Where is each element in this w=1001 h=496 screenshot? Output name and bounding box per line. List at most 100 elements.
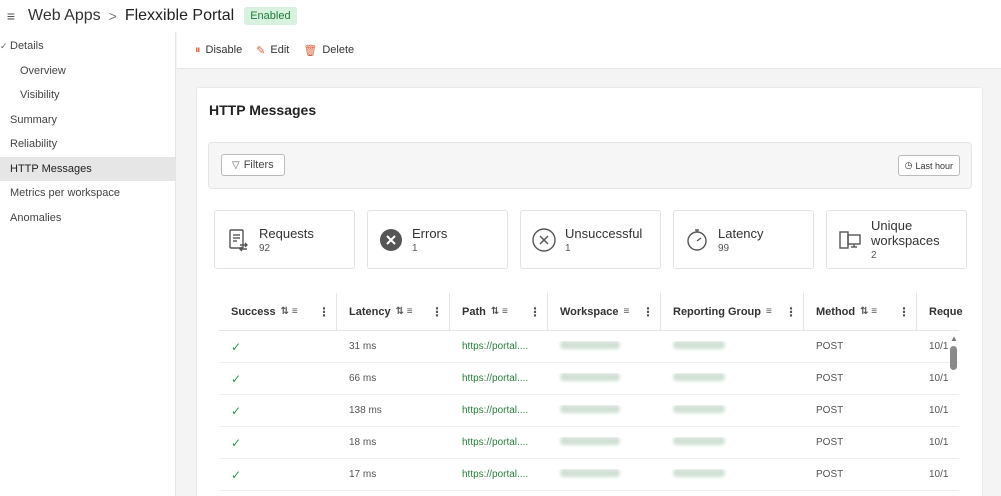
path-cell[interactable]: https://portal.... — [450, 437, 548, 448]
error-icon — [378, 227, 404, 253]
column-header-latency[interactable]: Latency ⇅ ≡ ⋮ — [337, 293, 450, 330]
clock-icon: ◷ — [904, 160, 913, 170]
check-icon: ✓ — [231, 467, 242, 482]
column-header-success[interactable]: Success ⇅ ≡ ⋮ — [219, 293, 337, 330]
method-cell: POST — [816, 405, 844, 416]
kebab-icon[interactable]: ⋮ — [785, 305, 797, 319]
sort-icon[interactable]: ⇅ ≡ — [281, 306, 298, 317]
kebab-icon[interactable]: ⋮ — [529, 305, 541, 319]
method-cell: POST — [816, 437, 844, 448]
pencil-icon: ✎ — [256, 44, 266, 57]
column-label: Reporting Group — [673, 305, 761, 318]
sidebar: ✓ Details Overview Visibility Summary Re… — [0, 32, 176, 496]
column-header-method[interactable]: Method ⇅ ≡ ⋮ — [804, 293, 917, 330]
sidebar-item-reliability[interactable]: Reliability — [0, 132, 175, 157]
latency-cell: 17 ms — [349, 469, 377, 480]
disable-button[interactable]: ⏸ Disable — [195, 44, 242, 57]
sort-icon[interactable]: ⇅ ≡ — [860, 306, 877, 317]
workspace-cell-redacted — [548, 341, 661, 352]
table-row[interactable]: ✓ 18 ms https://portal.... POST 10/1 — [219, 427, 959, 459]
column-label: Success — [231, 305, 276, 318]
hamburger-icon[interactable]: ≡ — [0, 8, 22, 24]
chevron-right-icon: > — [108, 8, 117, 24]
filters-button[interactable]: ▽ Filters — [221, 154, 285, 176]
kebab-icon[interactable]: ⋮ — [431, 305, 443, 319]
kebab-icon[interactable]: ⋮ — [318, 305, 330, 319]
path-cell[interactable]: https://portal.... — [450, 405, 548, 416]
table-row[interactable]: ✓ 138 ms https://portal.... POST 10/1 — [219, 395, 959, 427]
stat-value: 92 — [259, 242, 271, 254]
stat-latency: Latency 99 — [673, 210, 814, 269]
edit-button[interactable]: ✎ Edit — [256, 44, 289, 57]
sidebar-item-overview[interactable]: Overview — [0, 59, 175, 84]
stopwatch-icon — [684, 227, 710, 253]
reporting-group-cell-redacted — [661, 437, 804, 448]
chevron-down-icon: ✓ — [0, 40, 8, 51]
column-header-workspace[interactable]: Workspace ≡ ⋮ — [548, 293, 661, 330]
http-messages-table: Success ⇅ ≡ ⋮ Latency ⇅ ≡ ⋮ Path ⇅ ≡ ⋮ W… — [219, 293, 963, 491]
table-scrollbar[interactable]: ▲ — [950, 334, 958, 496]
stat-unique-workspaces: Unique workspaces 2 — [826, 210, 967, 269]
breadcrumb-web-apps[interactable]: Web Apps — [28, 7, 101, 25]
kebab-icon[interactable]: ⋮ — [898, 305, 910, 319]
path-cell[interactable]: https://portal.... — [450, 341, 548, 352]
status-badge: Enabled — [244, 7, 297, 25]
latency-cell: 138 ms — [349, 405, 382, 416]
unsuccessful-icon — [531, 227, 557, 253]
check-icon: ✓ — [231, 435, 242, 450]
sidebar-item-summary[interactable]: Summary — [0, 108, 175, 133]
sidebar-item-metrics-per-workspace[interactable]: Metrics per workspace — [0, 181, 175, 206]
sidebar-item-http-messages[interactable]: HTTP Messages — [0, 156, 175, 181]
path-cell[interactable]: https://portal.... — [450, 469, 548, 480]
filter-icon[interactable]: ≡ — [766, 306, 772, 317]
delete-label: Delete — [322, 44, 355, 56]
stat-value: 1 — [412, 242, 418, 254]
sidebar-item-visibility[interactable]: Visibility — [0, 83, 175, 108]
filter-bar: ▽ Filters ◷ Last hour — [208, 142, 972, 189]
scroll-thumb[interactable] — [950, 346, 957, 370]
sidebar-item-label: Details — [10, 40, 44, 53]
workspace-cell-redacted — [548, 373, 661, 384]
section-title: HTTP Messages — [209, 102, 317, 118]
stat-label: Latency — [718, 225, 764, 241]
http-messages-card: HTTP Messages ▽ Filters ◷ Last hour Requ… — [196, 87, 983, 496]
column-header-path[interactable]: Path ⇅ ≡ ⋮ — [450, 293, 548, 330]
path-cell[interactable]: https://portal.... — [450, 373, 548, 384]
column-header-reporting-group[interactable]: Reporting Group ≡ ⋮ — [661, 293, 804, 330]
stat-requests: Requests 92 — [214, 210, 355, 269]
page-title: Flexxible Portal — [124, 7, 235, 24]
table-row[interactable]: ✓ 17 ms https://portal.... POST 10/1 — [219, 459, 959, 491]
kebab-icon[interactable]: ⋮ — [642, 305, 654, 319]
top-bar: ≡ Web Apps > Flexxible Portal Enabled — [0, 0, 1001, 32]
toolbar: ⏸ Disable ✎ Edit 🗑 Delete — [177, 32, 1001, 69]
workspace-cell-redacted — [548, 405, 661, 416]
disable-label: Disable — [205, 44, 243, 56]
sort-icon[interactable]: ⇅ ≡ — [396, 306, 413, 317]
column-header-request[interactable]: Reque — [917, 293, 963, 330]
sort-icon[interactable]: ⇅ ≡ — [491, 306, 508, 317]
workspaces-icon — [837, 227, 863, 253]
sidebar-item-anomalies[interactable]: Anomalies — [0, 206, 175, 231]
filters-label: Filters — [243, 159, 274, 171]
check-icon: ✓ — [231, 403, 242, 418]
stat-value: 99 — [718, 242, 730, 254]
delete-button[interactable]: 🗑 Delete — [303, 44, 354, 57]
table-row[interactable]: ✓ 66 ms https://portal.... POST 10/1 — [219, 363, 959, 395]
scroll-up-icon[interactable]: ▲ — [950, 334, 958, 343]
stat-errors: Errors 1 — [367, 210, 508, 269]
sidebar-item-details[interactable]: ✓ Details — [0, 34, 175, 59]
column-label: Path — [462, 305, 486, 318]
table-row[interactable]: ✓ 31 ms https://portal.... POST 10/1 — [219, 331, 959, 363]
stat-label: Errors — [412, 225, 448, 241]
workspace-cell-redacted — [548, 469, 661, 480]
latency-cell: 66 ms — [349, 373, 377, 384]
pause-icon: ⏸ — [195, 43, 201, 56]
table-header: Success ⇅ ≡ ⋮ Latency ⇅ ≡ ⋮ Path ⇅ ≡ ⋮ W… — [219, 293, 963, 331]
latency-cell: 31 ms — [349, 341, 377, 352]
latency-cell: 18 ms — [349, 437, 377, 448]
check-icon: ✓ — [231, 371, 242, 386]
column-label: Workspace — [560, 305, 619, 318]
edit-label: Edit — [270, 44, 290, 56]
filter-icon[interactable]: ≡ — [624, 306, 630, 317]
time-range-button[interactable]: ◷ Last hour — [897, 155, 960, 176]
